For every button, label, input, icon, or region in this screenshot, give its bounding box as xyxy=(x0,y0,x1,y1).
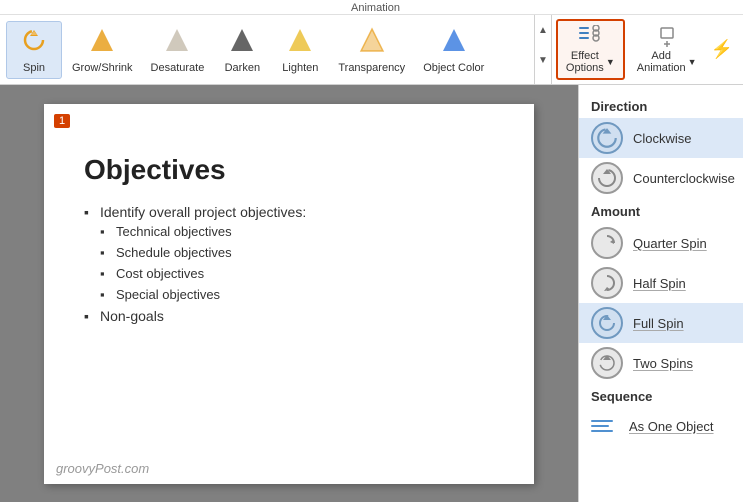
ribbon-item-desaturate[interactable]: Desaturate xyxy=(143,22,213,78)
desaturate-label: Desaturate xyxy=(151,62,205,74)
ribbon-scroll-up[interactable]: ▲ xyxy=(535,15,551,45)
direction-section-label: Direction xyxy=(579,93,743,118)
ribbon-item-spin[interactable]: Spin xyxy=(6,21,62,79)
list-subitem: Technical objectives xyxy=(100,224,494,239)
full-spin-label: Full Spin xyxy=(633,316,684,331)
list-item-text: Non-goals xyxy=(100,308,164,324)
add-animation-arrow: ▼ xyxy=(688,57,697,67)
darken-label: Darken xyxy=(225,62,260,74)
ribbon: Animation Spin xyxy=(0,0,743,85)
list-subitem: Cost objectives xyxy=(100,266,494,281)
clockwise-icon xyxy=(591,122,623,154)
list-subitem: Special objectives xyxy=(100,287,494,302)
list-item: Non-goals xyxy=(84,308,494,324)
slide-title: Objectives xyxy=(84,154,494,186)
effect-options-text: Effect Options xyxy=(566,50,604,74)
lightning-button[interactable]: ⚡ xyxy=(705,35,739,64)
quarter-spin-item[interactable]: Quarter Spin xyxy=(579,223,743,263)
add-animation-icon xyxy=(655,25,679,50)
add-animation-label: Add Animation ▼ xyxy=(637,50,697,74)
two-spins-label: Two Spins xyxy=(633,356,693,371)
dropdown-panel: Direction Clockwise xyxy=(578,85,743,502)
list-subitem: Schedule objectives xyxy=(100,245,494,260)
main-container: Animation Spin xyxy=(0,0,743,502)
effect-options-icon xyxy=(578,25,602,50)
two-spins-item[interactable]: Two Spins xyxy=(579,343,743,383)
transparency-icon xyxy=(358,26,386,60)
darken-icon xyxy=(228,26,256,60)
watermark: groovyPost.com xyxy=(56,461,149,476)
half-spin-icon xyxy=(591,267,623,299)
sequence-section-label: Sequence xyxy=(579,383,743,408)
transparency-label: Transparency xyxy=(338,62,405,74)
counterclockwise-icon xyxy=(591,162,623,194)
amount-section-label: Amount xyxy=(579,198,743,223)
slide-content: Identify overall project objectives: Tec… xyxy=(84,204,494,324)
list-item: Identify overall project objectives: Tec… xyxy=(84,204,494,302)
grow-shrink-icon xyxy=(88,26,116,60)
ribbon-item-lighten[interactable]: Lighten xyxy=(272,22,328,78)
effect-options-button[interactable]: Effect Options ▼ xyxy=(556,19,625,80)
quarter-spin-icon xyxy=(591,227,623,259)
content-area: 1 Objectives Identify overall project ob… xyxy=(0,85,743,502)
list-item-text: Identify overall project objectives: xyxy=(100,204,306,220)
quarter-spin-label: Quarter Spin xyxy=(633,236,707,251)
grow-shrink-label: Grow/Shrink xyxy=(72,62,133,74)
ribbon-items: Spin Grow/Shrink xyxy=(0,15,534,84)
slide-area: 1 Objectives Identify overall project ob… xyxy=(0,85,578,502)
ribbon-item-grow-shrink[interactable]: Grow/Shrink xyxy=(64,22,141,78)
full-spin-item[interactable]: Full Spin xyxy=(579,303,743,343)
two-spins-icon xyxy=(591,347,623,379)
spin-icon xyxy=(20,26,48,60)
full-spin-icon xyxy=(591,307,623,339)
add-animation-button[interactable]: Add Animation ▼ xyxy=(629,21,705,78)
effect-options-arrow: ▼ xyxy=(606,57,615,67)
ribbon-row: Spin Grow/Shrink xyxy=(0,15,743,84)
lightning-icon: ⚡ xyxy=(711,39,733,60)
ribbon-item-darken[interactable]: Darken xyxy=(214,22,270,78)
clockwise-item[interactable]: Clockwise xyxy=(579,118,743,158)
desaturate-icon xyxy=(163,26,191,60)
half-spin-label: Half Spin xyxy=(633,276,686,291)
as-one-object-item[interactable]: As One Object xyxy=(579,408,743,444)
lighten-icon xyxy=(286,26,314,60)
lighten-label: Lighten xyxy=(282,62,318,74)
slide-number: 1 xyxy=(54,114,70,128)
spin-label: Spin xyxy=(23,62,45,74)
ribbon-scroll: ▲ ▼ xyxy=(534,15,551,84)
counterclockwise-item[interactable]: Counterclockwise xyxy=(579,158,743,198)
object-color-label: Object Color xyxy=(423,62,484,74)
as-one-object-label: As One Object xyxy=(629,419,714,434)
slide: 1 Objectives Identify overall project ob… xyxy=(44,104,534,484)
effect-options-label: Effect Options ▼ xyxy=(566,50,615,74)
animation-label: Animation xyxy=(0,0,743,15)
half-spin-item[interactable]: Half Spin xyxy=(579,263,743,303)
counterclockwise-label: Counterclockwise xyxy=(633,171,735,186)
ribbon-scroll-down[interactable]: ▼ xyxy=(535,45,551,75)
ribbon-item-object-color[interactable]: Object Color xyxy=(415,22,492,78)
object-color-icon xyxy=(440,26,468,60)
clockwise-label: Clockwise xyxy=(633,131,692,146)
as-one-object-icon xyxy=(591,412,619,440)
ribbon-right-buttons: Effect Options ▼ Add Animation xyxy=(551,15,743,84)
ribbon-item-transparency[interactable]: Transparency xyxy=(330,22,413,78)
